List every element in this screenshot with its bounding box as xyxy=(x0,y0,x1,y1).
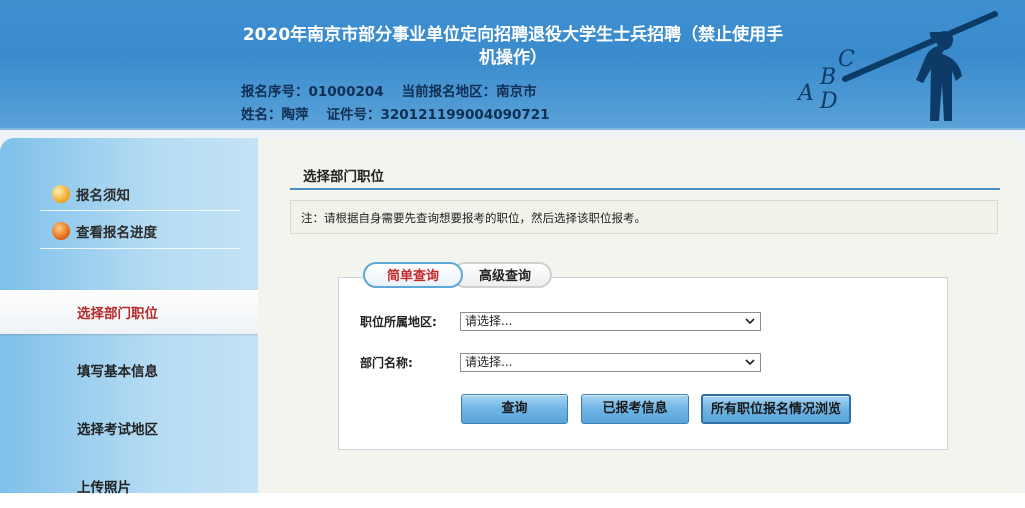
sidebar-item-label: 查看报名进度 xyxy=(76,225,157,241)
logo-letter-d: D xyxy=(819,89,838,114)
section-title: 选择部门职位 xyxy=(303,169,384,185)
sidebar-step-label: 上传照片 xyxy=(77,480,131,496)
sidebar-step-upload-photo[interactable]: 上传照片 xyxy=(0,464,258,508)
pencil-icon xyxy=(52,185,70,203)
sidebar-separator xyxy=(40,248,240,249)
dept-field-label: 部门名称: xyxy=(360,356,413,370)
sidebar-separator xyxy=(40,210,240,211)
sidebar-step-basic-info[interactable]: 填写基本信息 xyxy=(0,348,258,392)
logo-letter-b: B xyxy=(819,65,836,90)
dept-select[interactable]: 请选择... xyxy=(460,353,761,372)
logo-letter-a: A xyxy=(796,81,814,106)
region-field-label: 职位所属地区: xyxy=(360,315,437,329)
section-divider xyxy=(290,188,1000,190)
name-value: 陶萍 xyxy=(281,107,309,123)
notice-box: 注：请根据自身需要先查询想要报考的职位，然后选择该职位报考。 xyxy=(290,200,998,234)
sidebar-item-progress[interactable]: 查看报名进度 xyxy=(52,221,157,241)
all-positions-button[interactable]: 所有职位报名情况浏览 xyxy=(701,394,851,424)
sidebar-step-label: 选择部门职位 xyxy=(77,306,158,322)
tab-advanced-search[interactable]: 高级查询 xyxy=(452,262,552,288)
id-value: 320121199004090721 xyxy=(380,107,550,123)
sidebar-step-select-position[interactable]: 选择部门职位 xyxy=(0,290,268,334)
name-label: 姓名： xyxy=(241,107,282,123)
sidebar: 报名须知 查看报名进度 选择部门职位 填写基本信息 选择考试地区 上传照片 xyxy=(0,138,268,496)
region-select-value: 请选择... xyxy=(465,314,513,328)
sidebar-step-label: 选择考试地区 xyxy=(77,422,158,438)
page-title: 2020年南京市部分事业单位定向招聘退役大学生士兵招聘（禁止使用手机操作） xyxy=(242,25,784,68)
reg-no-label: 报名序号： xyxy=(241,84,309,100)
page-header: 2020年南京市部分事业单位定向招聘退役大学生士兵招聘（禁止使用手机操作） 报名… xyxy=(0,0,1025,128)
sidebar-step-label: 填写基本信息 xyxy=(77,364,158,380)
applied-info-button[interactable]: 已报考信息 xyxy=(581,394,689,424)
chevron-down-icon xyxy=(745,318,755,325)
reg-no-value: 01000204 xyxy=(308,84,384,100)
sidebar-item-label: 报名须知 xyxy=(76,188,130,204)
dept-select-value: 请选择... xyxy=(465,355,513,369)
registration-info: 报名序号：01000204 当前报名地区：南京市 xyxy=(241,80,537,100)
chevron-down-icon xyxy=(745,359,755,366)
sidebar-step-exam-region[interactable]: 选择考试地区 xyxy=(0,406,258,450)
sidebar-item-notice[interactable]: 报名须知 xyxy=(52,184,130,204)
region-select[interactable]: 请选择... xyxy=(460,312,761,331)
logo-figure-icon: A B C D xyxy=(796,11,998,121)
tab-simple-search[interactable]: 简单查询 xyxy=(363,262,463,288)
logo-letter-c: C xyxy=(838,47,855,72)
progress-icon xyxy=(52,222,70,240)
applicant-info: 姓名：陶萍 证件号：320121199004090721 xyxy=(241,103,550,123)
region-value: 南京市 xyxy=(496,84,537,100)
region-label: 当前报名地区： xyxy=(401,84,497,100)
query-button[interactable]: 查询 xyxy=(461,394,568,424)
id-label: 证件号： xyxy=(326,107,381,123)
